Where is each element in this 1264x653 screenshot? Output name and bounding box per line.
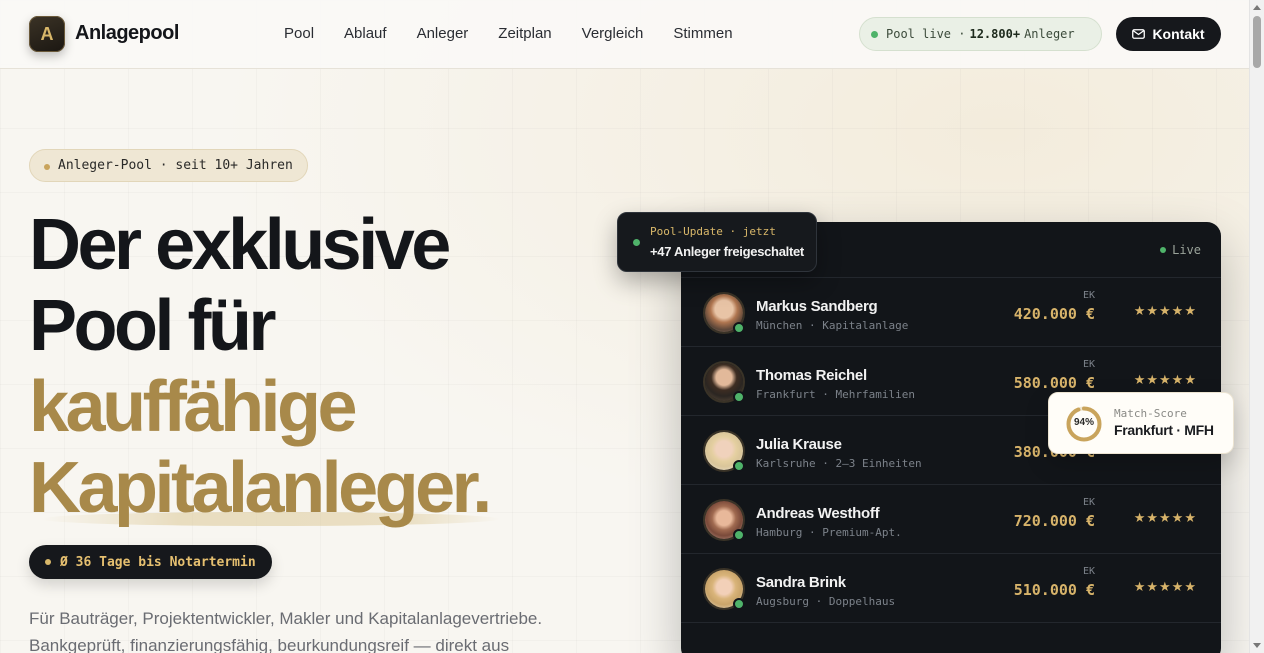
notar-dot-icon [45, 559, 51, 565]
ek-label: EK [1082, 359, 1095, 370]
ek-value: 420.000 € [1013, 305, 1095, 323]
rating-stars-icon: ★★★★★ [1133, 510, 1197, 525]
investor-location: München · Kapitalanlage [756, 319, 909, 332]
online-status-icon [733, 391, 745, 403]
avatar [703, 361, 745, 403]
headline-line-2: Pool für [29, 286, 276, 366]
nav-link-vergleich[interactable]: Vergleich [582, 25, 644, 42]
headline-line-3: kauffähige [29, 367, 358, 447]
live-dot-icon [1160, 247, 1167, 253]
live-dot-icon [871, 31, 878, 38]
update-text: +47 Anleger freigeschaltet [650, 244, 804, 259]
nav-link-pool[interactable]: Pool [284, 25, 314, 42]
ek-label: EK [1082, 497, 1095, 508]
investor-row[interactable]: Markus Sandberg München · Kapitalanlage … [681, 278, 1221, 347]
investor-name: Thomas Reichel [756, 367, 867, 384]
ek-value: 720.000 € [1013, 512, 1095, 530]
status-prefix: Pool live · [886, 27, 966, 41]
online-status-icon [733, 598, 745, 610]
online-status-icon [733, 460, 745, 472]
status-count: 12.800+ [969, 27, 1021, 41]
investor-name: Julia Krause [756, 436, 842, 453]
scroll-thumb[interactable] [1253, 16, 1261, 68]
investor-name: Andreas Westhoff [756, 505, 880, 522]
update-dot-icon [633, 239, 640, 246]
pool-live-status: Pool live · 12.800+ Anleger [859, 17, 1102, 51]
notar-time-pill: Ø 36 Tage bis Notartermin [29, 545, 272, 579]
avatar [703, 568, 745, 610]
ek-label: EK [1082, 566, 1095, 577]
top-nav: A Anlagepool Pool Ablauf Anleger Zeitpla… [0, 0, 1249, 69]
investor-location: Hamburg · Premium-Apt. [756, 526, 902, 539]
notar-text: Ø 36 Tage bis Notartermin [60, 554, 256, 570]
main-menu: Pool Ablauf Anleger Zeitplan Vergleich S… [284, 25, 763, 42]
rating-stars-icon: ★★★★★ [1133, 372, 1197, 387]
investor-row[interactable]: Sandra Brink Augsburg · Doppelhaus EK 51… [681, 554, 1221, 623]
mail-icon [1132, 29, 1146, 39]
match-score-value: Frankfurt · MFH [1114, 422, 1214, 438]
nav-link-stimmen[interactable]: Stimmen [673, 25, 732, 42]
investor-row[interactable]: Andreas Westhoff Hamburg · Premium-Apt. … [681, 485, 1221, 554]
logo-mark[interactable]: A [29, 16, 65, 52]
investor-location: Karlsruhe · 2–3 Einheiten [756, 457, 922, 470]
page-scrollbar[interactable] [1249, 0, 1264, 653]
scroll-down-arrow-icon[interactable] [1253, 643, 1261, 648]
online-status-icon [733, 322, 745, 334]
pool-update-card: Pool-Update · jetzt +47 Anleger freigesc… [617, 212, 817, 272]
brand-name[interactable]: Anlagepool [75, 22, 179, 45]
contact-button[interactable]: Kontakt [1116, 17, 1221, 51]
avatar [703, 430, 745, 472]
hero-badge: Anleger-Pool · seit 10+ Jahren [29, 149, 308, 182]
avatar [703, 292, 745, 334]
nav-link-zeitplan[interactable]: Zeitplan [498, 25, 551, 42]
nav-link-ablauf[interactable]: Ablauf [344, 25, 387, 42]
online-status-icon [733, 529, 745, 541]
match-score-card: 94% Match-Score Frankfurt · MFH [1048, 392, 1234, 454]
match-score-label: Match-Score [1114, 407, 1187, 420]
rating-stars-icon: ★★★★★ [1133, 579, 1197, 594]
headline-line-4: Kapitalanleger. [29, 448, 492, 528]
badge-dot-icon [44, 164, 50, 170]
contact-label: Kontakt [1152, 26, 1205, 42]
scroll-up-arrow-icon[interactable] [1253, 5, 1261, 10]
live-label: Live [1172, 243, 1201, 257]
avatar [703, 499, 745, 541]
page: A Anlagepool Pool Ablauf Anleger Zeitpla… [0, 0, 1249, 653]
ek-value: 580.000 € [1013, 374, 1095, 392]
headline-line-1: Der exklusive [29, 205, 451, 285]
investor-name: Sandra Brink [756, 574, 846, 591]
investor-name: Markus Sandberg [756, 298, 878, 315]
ek-label: EK [1082, 290, 1095, 301]
ek-value: 510.000 € [1013, 581, 1095, 599]
update-title: Pool-Update · jetzt [650, 225, 776, 238]
hero-headline: Der exklusive Pool für kauffähige Kapita… [29, 205, 589, 529]
match-score-percent: 94% [1073, 417, 1094, 428]
status-suffix: Anleger [1024, 27, 1075, 41]
rating-stars-icon: ★★★★★ [1133, 303, 1197, 318]
investor-location: Frankfurt · Mehrfamilien [756, 388, 915, 401]
hero-intro: Für Bauträger, Projektentwickler, Makler… [29, 609, 543, 653]
live-indicator: Live [1160, 243, 1201, 257]
investor-location: Augsburg · Doppelhaus [756, 595, 896, 608]
nav-link-anleger[interactable]: Anleger [417, 25, 469, 42]
badge-text: Anleger-Pool · seit 10+ Jahren [58, 158, 293, 173]
